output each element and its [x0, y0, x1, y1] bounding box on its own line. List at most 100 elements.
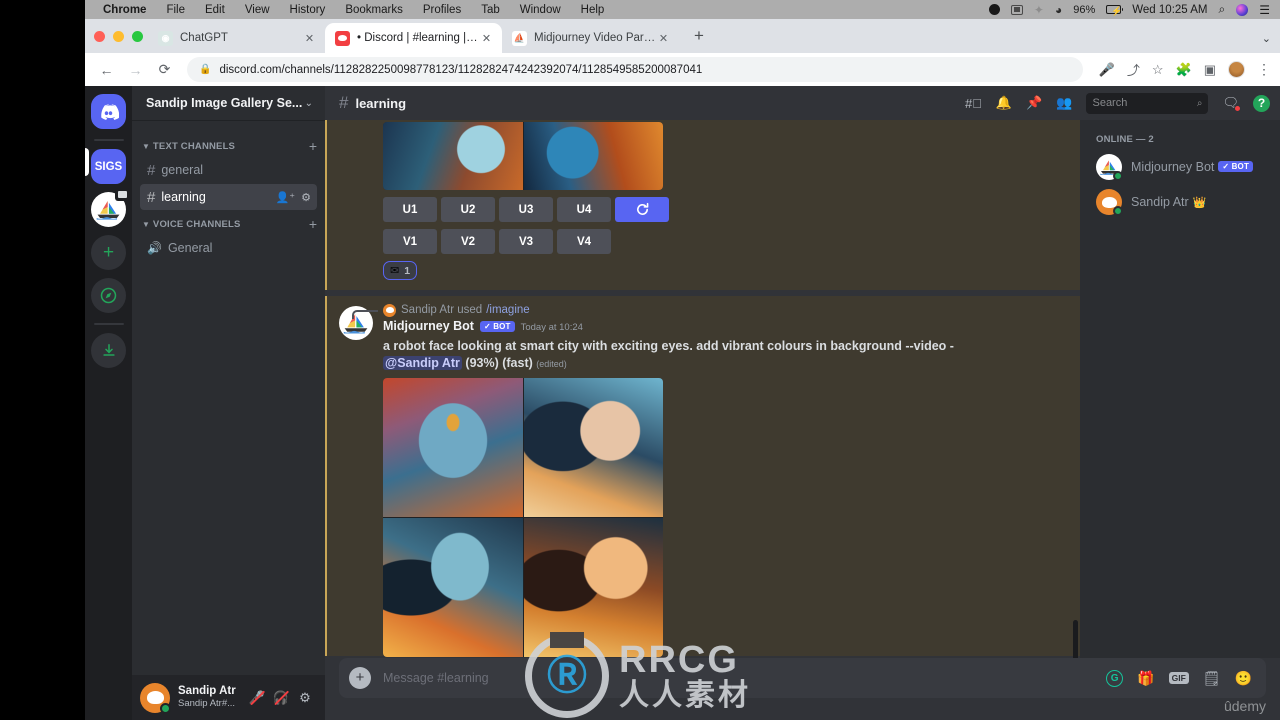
download-apps-button[interactable]: [91, 333, 126, 368]
chevron-down-icon[interactable]: ⌄: [1262, 32, 1271, 45]
message-author[interactable]: Midjourney Bot: [383, 319, 474, 333]
message-list[interactable]: U1 U2 U3 U4 V1 V2 V3 V4 ✉ 1 Sandip Atr u…: [325, 120, 1080, 658]
sticker-icon[interactable]: 🗒: [1203, 670, 1221, 687]
close-tab-icon[interactable]: ✕: [656, 31, 671, 46]
create-invite-icon[interactable]: 👤⁺: [276, 191, 296, 204]
message-scrollbar[interactable]: [1073, 620, 1078, 658]
v1-button[interactable]: V1: [383, 229, 437, 254]
menu-history[interactable]: History: [280, 4, 336, 16]
generated-image-1[interactable]: [383, 378, 523, 517]
v2-button[interactable]: V2: [441, 229, 495, 254]
menu-tab[interactable]: Tab: [471, 4, 510, 16]
menu-edit[interactable]: Edit: [195, 4, 235, 16]
forward-button[interactable]: →: [123, 57, 148, 82]
extensions-icon[interactable]: 🧩: [1176, 62, 1192, 78]
search-input[interactable]: Search ⌕: [1086, 92, 1209, 114]
image-grid-previous[interactable]: [383, 122, 663, 190]
minimize-window-button[interactable]: [113, 31, 124, 42]
share-icon[interactable]: ⤴: [1127, 60, 1140, 79]
v4-button[interactable]: V4: [557, 229, 611, 254]
reload-button[interactable]: ⟳: [152, 57, 177, 82]
tab-midjourney-video-parameter[interactable]: ⛵ Midjourney Video Parameter ✕: [502, 23, 679, 53]
mic-muted-icon[interactable]: 🎤: [245, 686, 269, 710]
headphones-deafened-icon[interactable]: 🎧: [269, 686, 293, 710]
grammarly-icon[interactable]: G: [1106, 669, 1124, 687]
user-identity[interactable]: Sandip Atr Sandip Atr#...: [178, 685, 245, 710]
bookmark-star-icon[interactable]: ☆: [1152, 62, 1164, 78]
generated-image-3[interactable]: [383, 518, 523, 657]
emoji-icon[interactable]: 🙂: [1235, 670, 1252, 687]
wifi-icon[interactable]: ◕: [1055, 4, 1062, 16]
menu-window[interactable]: Window: [510, 4, 571, 16]
close-tab-icon[interactable]: ✕: [479, 31, 494, 46]
server-sigs[interactable]: SIGS: [91, 149, 126, 184]
chevron-down-icon[interactable]: ▼: [142, 142, 150, 151]
record-icon[interactable]: [988, 4, 1000, 15]
threads-icon[interactable]: #⃞: [965, 96, 982, 111]
close-window-button[interactable]: [94, 31, 105, 42]
menubar-clock[interactable]: Wed 10:25 AM: [1132, 4, 1207, 16]
v3-button[interactable]: V3: [499, 229, 553, 254]
help-button[interactable]: ?: [1253, 94, 1270, 112]
image-grid-generated[interactable]: [383, 378, 663, 657]
notifications-bell-icon[interactable]: 🔔: [996, 95, 1012, 111]
explore-servers-button[interactable]: [91, 278, 126, 313]
inbox-icon[interactable]: 🗨: [1222, 95, 1241, 112]
close-tab-icon[interactable]: ✕: [302, 31, 317, 46]
chevron-down-icon[interactable]: ▼: [142, 220, 150, 229]
battery-icon[interactable]: ⚡: [1106, 5, 1124, 16]
menu-view[interactable]: View: [235, 4, 280, 16]
reply-reference[interactable]: Sandip Atr used /imagine: [352, 302, 1066, 319]
menu-chrome[interactable]: Chrome: [93, 4, 156, 16]
screen-mirroring-icon[interactable]: [1010, 4, 1023, 15]
gift-icon[interactable]: 🎁: [1137, 670, 1154, 687]
gif-icon[interactable]: GIF: [1168, 671, 1189, 685]
siri-icon[interactable]: [1236, 3, 1249, 16]
upload-attachment-button[interactable]: +: [349, 667, 371, 689]
u4-button[interactable]: U4: [557, 197, 611, 222]
chevron-down-icon[interactable]: ⌄: [305, 98, 313, 109]
generated-image[interactable]: [523, 122, 663, 190]
generated-image-4[interactable]: [523, 518, 663, 657]
sidebar-channel-general[interactable]: # general: [140, 157, 317, 183]
user-settings-gear-icon[interactable]: ⚙: [293, 686, 317, 710]
u2-button[interactable]: U2: [441, 197, 495, 222]
home-button[interactable]: [91, 94, 126, 129]
side-panel-icon[interactable]: ▣: [1204, 62, 1216, 78]
u1-button[interactable]: U1: [383, 197, 437, 222]
tab-chatgpt[interactable]: ◉ ChatGPT ✕: [148, 23, 325, 53]
tab-discord[interactable]: • Discord | #learning | Sandip I ✕: [325, 23, 502, 53]
create-channel-icon[interactable]: +: [309, 217, 317, 231]
avatar[interactable]: [140, 682, 171, 714]
category-text-channels[interactable]: ▼ Text Channels +: [132, 136, 325, 156]
message-composer[interactable]: + Message #learning G 🎁 GIF 🗒 🙂: [339, 658, 1266, 698]
control-center-icon[interactable]: ☰: [1259, 3, 1270, 17]
menu-file[interactable]: File: [156, 4, 195, 16]
menu-help[interactable]: Help: [571, 4, 615, 16]
chrome-menu-icon[interactable]: ⋮: [1257, 61, 1271, 78]
add-server-button[interactable]: +: [91, 235, 126, 270]
u3-button[interactable]: U3: [499, 197, 553, 222]
menu-profiles[interactable]: Profiles: [413, 4, 471, 16]
maximize-window-button[interactable]: [132, 31, 143, 42]
member-list-icon[interactable]: 👥: [1056, 95, 1072, 111]
reroll-button[interactable]: [615, 197, 669, 222]
server-midjourney[interactable]: [91, 188, 130, 227]
menu-bookmarks[interactable]: Bookmarks: [335, 4, 413, 16]
new-tab-button[interactable]: +: [685, 22, 713, 50]
message-reaction[interactable]: ✉ 1: [383, 261, 418, 280]
edit-channel-gear-icon[interactable]: ⚙: [301, 191, 311, 204]
profile-avatar[interactable]: [1228, 61, 1245, 78]
member-row-sandip-atr[interactable]: Sandip Atr 👑: [1088, 185, 1272, 219]
spotlight-search-icon[interactable]: ⌕: [1219, 2, 1226, 17]
category-voice-channels[interactable]: ▼ Voice Channels +: [132, 214, 325, 234]
pinned-messages-icon[interactable]: 📌: [1026, 95, 1042, 111]
generated-image[interactable]: [383, 122, 523, 190]
back-button[interactable]: ←: [94, 57, 119, 82]
member-row-midjourney-bot[interactable]: Midjourney Bot ✓ BOT: [1088, 150, 1272, 184]
sidebar-channel-voice-general[interactable]: 🔊 General: [140, 235, 317, 261]
user-mention[interactable]: @Sandip Atr: [383, 356, 462, 370]
bluetooth-icon[interactable]: ✦: [1034, 4, 1044, 16]
create-channel-icon[interactable]: +: [309, 139, 317, 153]
guild-header[interactable]: Sandip Image Gallery Se... ⌄: [132, 86, 325, 120]
